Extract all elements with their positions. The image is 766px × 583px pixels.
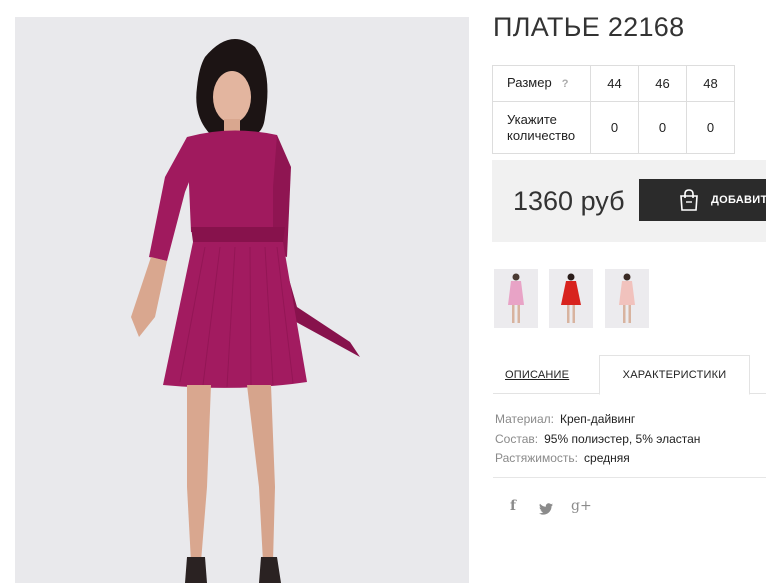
- quantity-row: Укажите количество 0 0 0: [492, 101, 735, 154]
- quantity-label-line2: количество: [507, 127, 576, 143]
- spec-key: Состав:: [495, 431, 539, 446]
- spec-value: Креп-дайвинг: [559, 412, 636, 426]
- social-divider: [493, 477, 766, 478]
- thumbnail-peach-dress[interactable]: [605, 269, 649, 328]
- size-48: 48: [686, 65, 735, 102]
- size-44: 44: [590, 65, 639, 102]
- twitter-icon[interactable]: [539, 500, 553, 519]
- tab-description[interactable]: ОПИСАНИЕ: [505, 369, 569, 381]
- thumbnail-red-dress[interactable]: [549, 269, 593, 328]
- size-row: Размер? 44 46 48: [492, 65, 735, 102]
- spec-key: Материал:: [495, 412, 554, 426]
- spec-row-stretch: Растяжимость: средняя: [495, 449, 700, 469]
- quantity-input-44[interactable]: 0: [590, 101, 639, 154]
- spec-row-material: Материал: Креп-дайвинг: [495, 410, 700, 430]
- product-title: ПЛАТЬЕ 22168: [493, 12, 685, 42]
- facebook-icon[interactable]: f: [510, 498, 516, 514]
- size-label: Размер: [507, 75, 552, 90]
- help-icon[interactable]: ?: [562, 78, 569, 90]
- product-price: 1360 руб: [513, 186, 625, 216]
- spec-row-composition: Состав: 95% полиэстер, 5% эластан: [495, 430, 700, 450]
- googleplus-icon[interactable]: g+: [571, 498, 592, 514]
- quantity-label-cell: Укажите количество: [492, 101, 591, 154]
- size-46: 46: [638, 65, 687, 102]
- price-panel: 1360 руб ДОБАВИТ: [492, 160, 766, 242]
- size-label-cell: Размер?: [492, 65, 591, 102]
- add-to-cart-label: ДОБАВИТ: [711, 194, 766, 206]
- shopping-bag-icon: [677, 188, 701, 215]
- product-main-image[interactable]: [15, 17, 469, 583]
- dress-model-illustration: [15, 17, 469, 583]
- thumbnail-pink-dress[interactable]: [494, 269, 538, 328]
- quantity-label-line1: Укажите: [507, 111, 557, 127]
- spec-value: 95% полиэстер, 5% эластан: [544, 431, 701, 446]
- spec-key: Растяжимость:: [495, 451, 579, 465]
- quantity-input-48[interactable]: 0: [686, 101, 735, 154]
- spec-value: средняя: [584, 451, 630, 465]
- characteristics-list: Материал: Креп-дайвинг Состав: 95% полиэст…: [495, 410, 700, 469]
- size-table: Размер? 44 46 48 Укажите количество 0 0 …: [492, 65, 735, 154]
- quantity-input-46[interactable]: 0: [638, 101, 687, 154]
- tab-characteristics[interactable]: ХАРАКТЕРИСТИКИ: [599, 355, 750, 395]
- add-to-cart-button[interactable]: ДОБАВИТ: [639, 179, 766, 221]
